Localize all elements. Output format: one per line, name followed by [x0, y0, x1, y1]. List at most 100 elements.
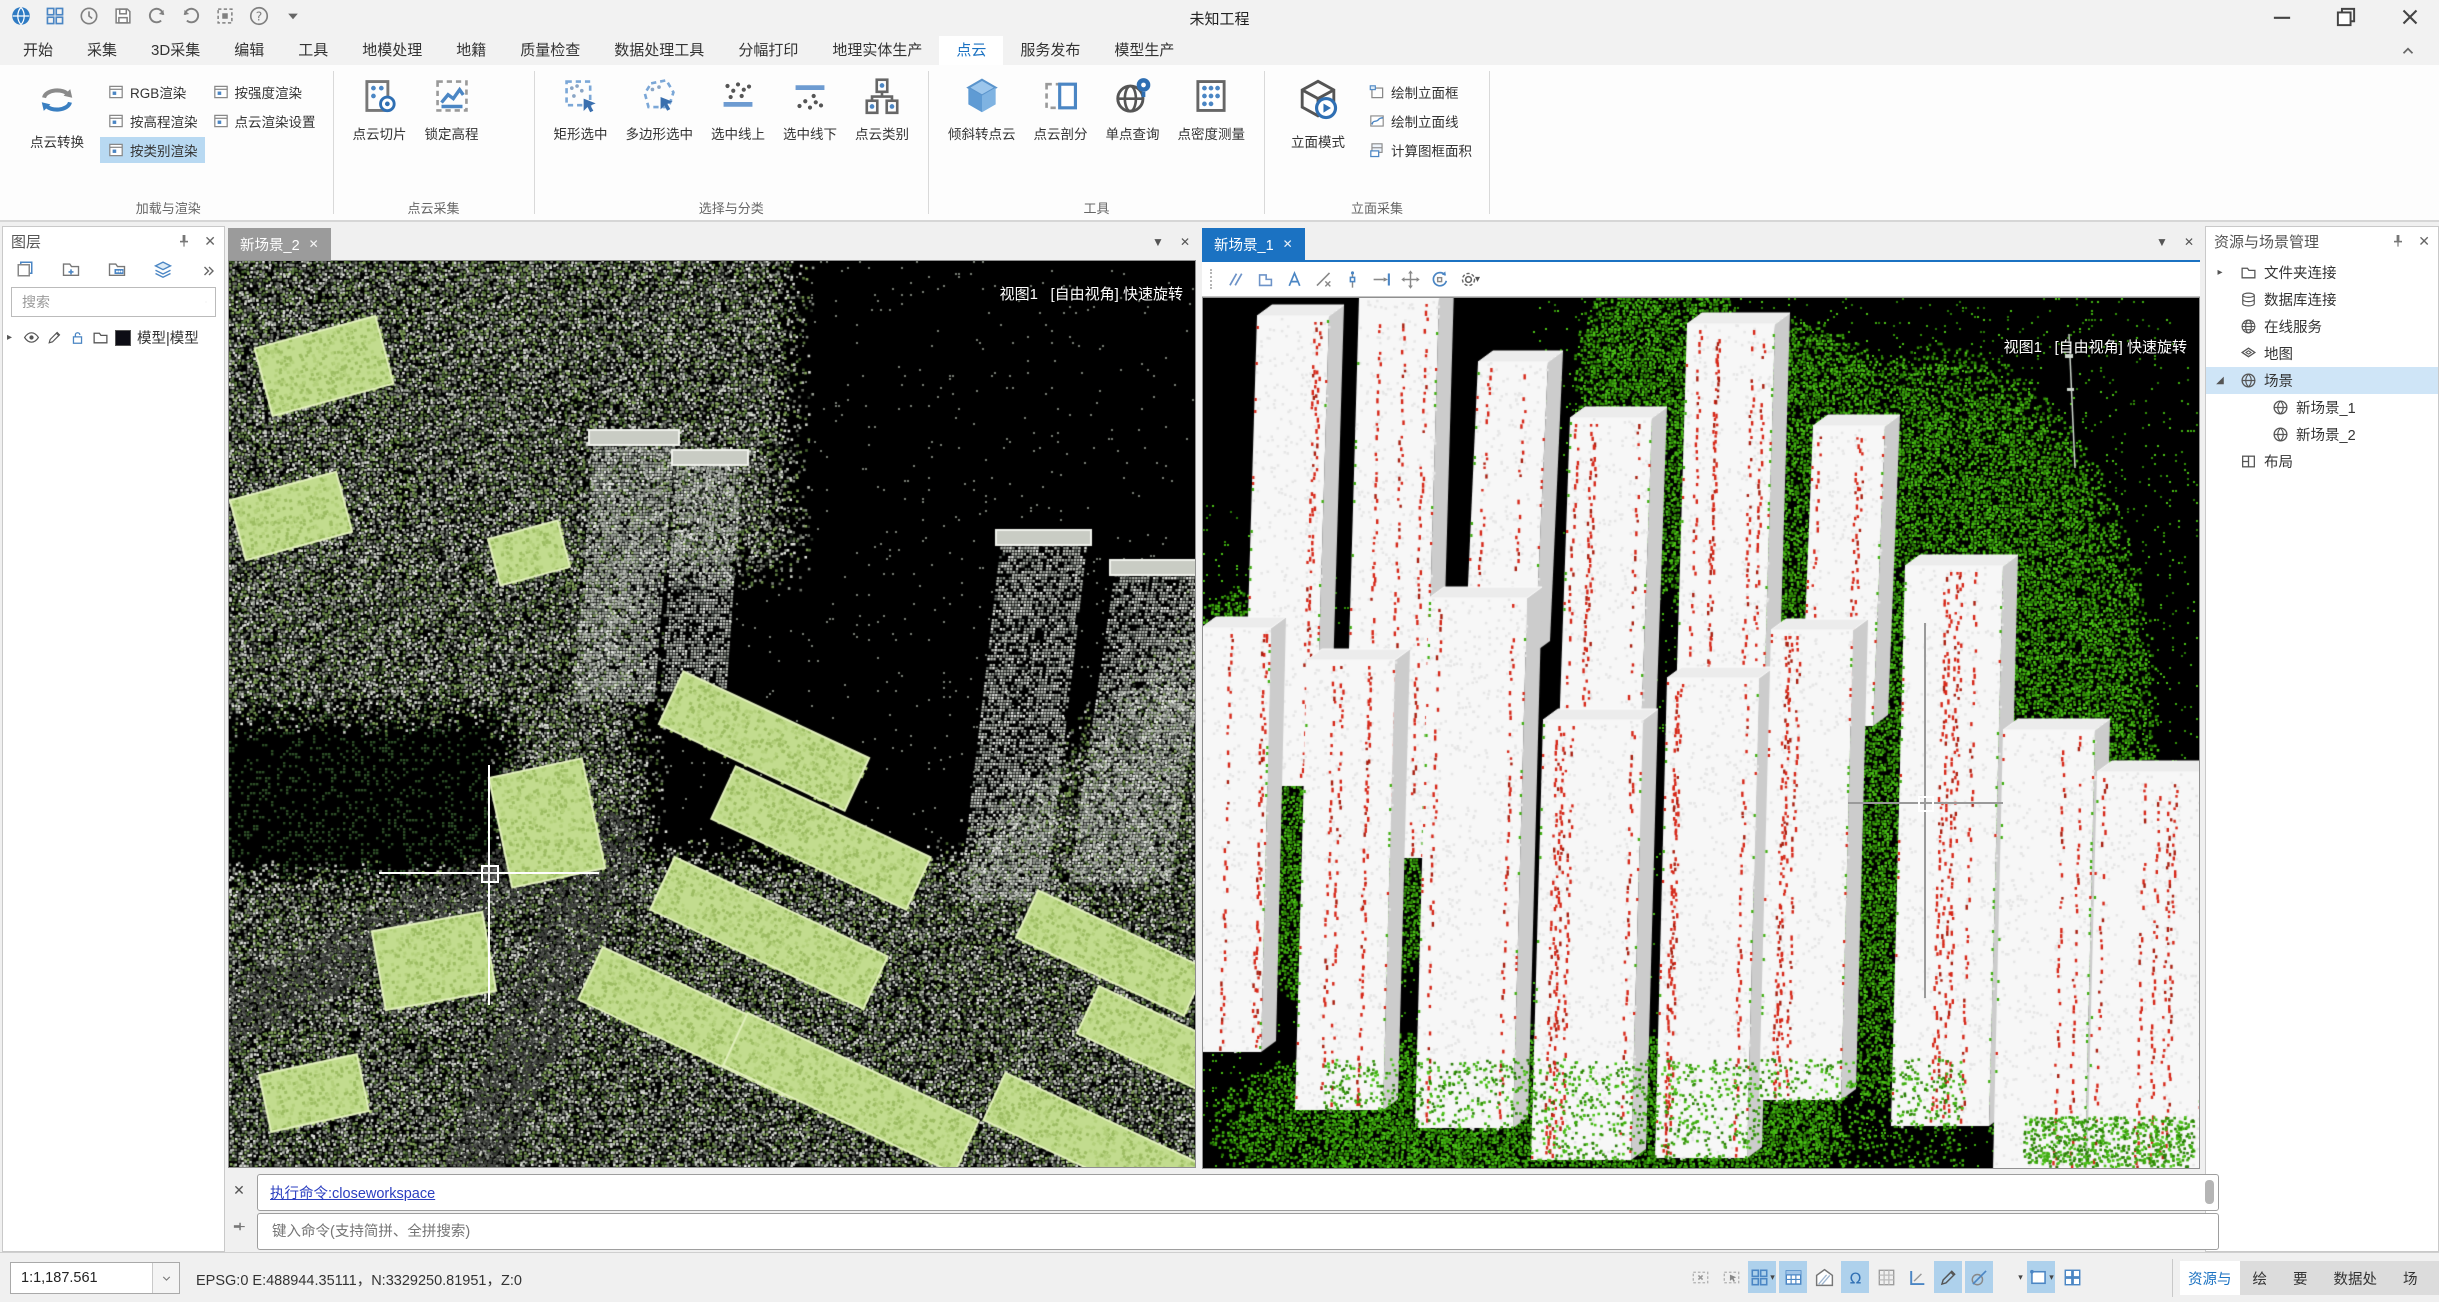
menu-tab[interactable]: 工具: [281, 36, 345, 65]
layers-toolbar-icon[interactable]: [153, 259, 173, 279]
quick-toolbar-icon[interactable]: [248, 5, 270, 27]
ribbon-tool-button[interactable]: 多边形选中: [617, 73, 703, 145]
menu-tab[interactable]: 数据处理工具: [597, 36, 721, 65]
edit-tool-icon[interactable]: [1226, 269, 1247, 290]
chevron-down-icon[interactable]: [205, 295, 207, 309]
menu-tab[interactable]: 分幅打印: [721, 36, 815, 65]
command-input[interactable]: [270, 1223, 2206, 1241]
menu-tab[interactable]: 地模处理: [345, 36, 439, 65]
ribbon-small-button[interactable]: 绘制立面框: [1361, 79, 1479, 105]
ribbon-tool-button[interactable]: 点云剖分: [1025, 73, 1097, 145]
statusbar-tool-icon[interactable]: [1903, 1261, 1931, 1293]
tab-menu-caret-icon[interactable]: ▼: [1152, 235, 1164, 249]
menu-tab[interactable]: 采集: [70, 36, 134, 65]
tree-row[interactable]: 地图: [2206, 340, 2438, 367]
tree-row[interactable]: 在线服务: [2206, 313, 2438, 340]
ribbon-tool-button[interactable]: 单点查询: [1097, 73, 1169, 145]
menu-tab[interactable]: 编辑: [217, 36, 281, 65]
dock-tab[interactable]: 要: [2280, 1268, 2321, 1289]
dock-tab[interactable]: 绘: [2240, 1268, 2281, 1289]
ribbon-tool-button[interactable]: 点云类别: [846, 73, 918, 145]
ribbon-small-button[interactable]: 按类别渲染: [100, 137, 205, 163]
tree-row[interactable]: 布局: [2206, 448, 2438, 475]
menu-tab[interactable]: 地理实体生产: [815, 36, 939, 65]
layers-toolbar-icon[interactable]: [61, 259, 81, 279]
pointcloud-convert-button[interactable]: 点云转换: [14, 73, 100, 151]
ribbon-collapse-icon[interactable]: [2399, 42, 2417, 60]
viewport-close-icon[interactable]: ✕: [2184, 235, 2194, 249]
quick-toolbar-icon[interactable]: [180, 5, 202, 27]
statusbar-tool-icon[interactable]: [1872, 1261, 1900, 1293]
menu-tab[interactable]: 模型生产: [1097, 36, 1191, 65]
command-close-icon[interactable]: ✕: [233, 1182, 245, 1199]
dock-tab[interactable]: 场: [2390, 1268, 2431, 1289]
facade-mode-button[interactable]: 立面模式: [1275, 73, 1361, 151]
menu-tab[interactable]: 3D采集: [134, 36, 217, 65]
ribbon-tool-button[interactable]: 矩形选中: [545, 73, 617, 145]
quick-toolbar-icon[interactable]: [214, 5, 236, 27]
ribbon-tool-button[interactable]: 倾斜转点云: [939, 73, 1025, 145]
pin-icon[interactable]: [176, 233, 192, 249]
restore-icon[interactable]: [2327, 4, 2365, 30]
command-history-link[interactable]: 执行命令:closeworkspace: [270, 1182, 435, 1203]
edit-tool-icon[interactable]: [1371, 269, 1392, 290]
ribbon-small-button[interactable]: 点云渲染设置: [205, 108, 323, 134]
statusbar-tool-icon[interactable]: ▾: [2027, 1261, 2055, 1293]
dock-tab-resources[interactable]: 资源与: [2180, 1261, 2240, 1295]
statusbar-tool-icon[interactable]: [1779, 1261, 1807, 1293]
quick-toolbar-icon[interactable]: [10, 5, 32, 27]
ribbon-small-button[interactable]: RGB渲染: [100, 79, 205, 105]
layers-toolbar-icon[interactable]: [107, 259, 127, 279]
statusbar-tool-icon[interactable]: [2058, 1261, 2086, 1293]
scrollbar-thumb[interactable]: [2205, 1180, 2214, 1204]
layers-toolbar-icon[interactable]: [15, 259, 35, 279]
statusbar-tool-icon[interactable]: [1717, 1261, 1745, 1293]
quick-toolbar-icon[interactable]: [78, 5, 100, 27]
toolbar-grip[interactable]: [1210, 269, 1216, 289]
quick-toolbar-icon[interactable]: [112, 5, 134, 27]
pencil-icon[interactable]: [46, 329, 63, 346]
quick-toolbar-icon[interactable]: [282, 5, 304, 27]
tab-close-icon[interactable]: ✕: [309, 237, 319, 251]
statusbar-tool-icon[interactable]: ▾: [1748, 1261, 1776, 1293]
layer-row[interactable]: ▸ 模型|模型: [3, 321, 224, 354]
tree-row[interactable]: ◢ 场景: [2206, 367, 2438, 394]
tree-row[interactable]: 数据库连接: [2206, 286, 2438, 313]
edit-tool-icon[interactable]: [1400, 269, 1421, 290]
tree-row[interactable]: 新场景_2: [2206, 421, 2438, 448]
edit-tool-icon[interactable]: [1342, 269, 1363, 290]
tool-dropdown-caret[interactable]: ▾: [1770, 1272, 1775, 1283]
lock-icon[interactable]: [69, 329, 86, 346]
tree-row[interactable]: 新场景_1: [2206, 394, 2438, 421]
ribbon-tool-button[interactable]: 选中线下: [774, 73, 846, 145]
tool-dropdown-caret[interactable]: ▾: [1475, 274, 1480, 285]
viewport-tab-scene1[interactable]: 新场景_1 ✕: [1202, 228, 1305, 260]
eye-icon[interactable]: [23, 329, 40, 346]
tool-dropdown-caret[interactable]: ▾: [2049, 1272, 2054, 1283]
expander-icon[interactable]: ▸: [2214, 267, 2226, 278]
menu-tab[interactable]: 开始: [6, 36, 70, 65]
statusbar-tool-icon[interactable]: [1810, 1261, 1838, 1293]
ribbon-small-button[interactable]: 计算图框面积: [1361, 137, 1479, 163]
minimize-icon[interactable]: [2263, 4, 2301, 30]
ribbon-small-button[interactable]: 绘制立面线: [1361, 108, 1479, 134]
close-icon[interactable]: ✕: [2418, 233, 2430, 250]
ribbon-tool-button[interactable]: 选中线上: [702, 73, 774, 145]
viewport-canvas-classified[interactable]: [1203, 298, 2199, 1168]
statusbar-tool-icon[interactable]: ▾: [1996, 1261, 2024, 1293]
ribbon-tool-button[interactable]: 点云切片: [344, 73, 416, 145]
viewport-canvas-rgb[interactable]: [229, 261, 1195, 1167]
edit-tool-icon[interactable]: [1255, 269, 1276, 290]
statusbar-tool-icon[interactable]: [1686, 1261, 1714, 1293]
pin-icon[interactable]: [2390, 233, 2406, 249]
layers-search-input[interactable]: [20, 293, 205, 311]
quick-toolbar-icon[interactable]: [44, 5, 66, 27]
statusbar-tool-icon[interactable]: [1841, 1261, 1869, 1293]
command-pin-icon[interactable]: [232, 1219, 247, 1234]
ribbon-tool-button[interactable]: 点密度测量: [1169, 73, 1255, 145]
ribbon-small-button[interactable]: 按高程渲染: [100, 108, 205, 134]
color-swatch[interactable]: [115, 330, 131, 346]
edit-tool-icon[interactable]: [1284, 269, 1305, 290]
expander-icon[interactable]: ▸: [7, 332, 17, 343]
edit-tool-icon[interactable]: [1313, 269, 1334, 290]
